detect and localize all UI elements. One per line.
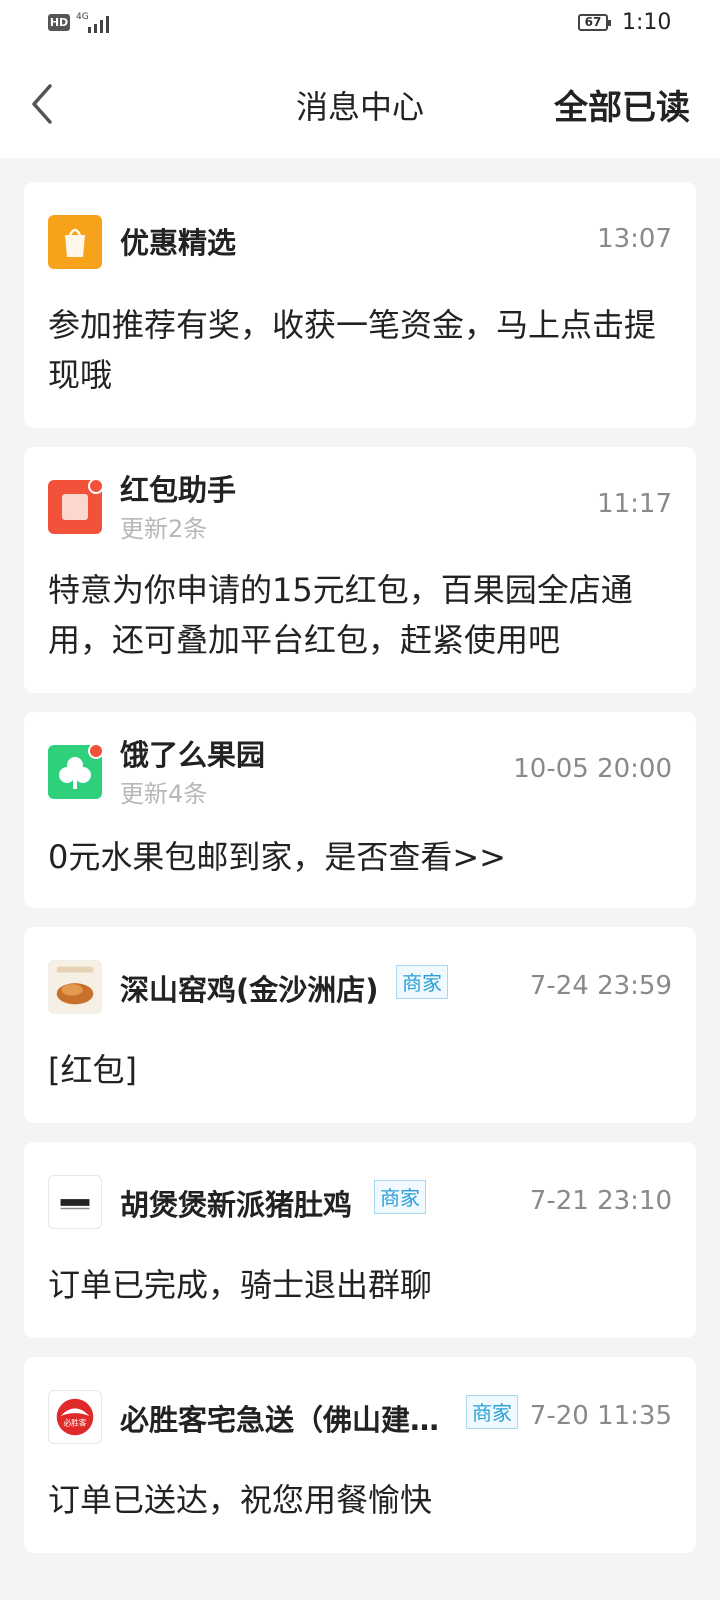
message-time: 13:07 [597,224,672,254]
message-card[interactable]: 胡煲煲新派猪肚鸡 商家 7-21 23:10 订单已完成，骑士退出群聊 [24,1142,696,1338]
sender-name: 优惠精选 [120,226,237,260]
signal-icon [88,16,109,33]
message-preview: 特意为你申请的15元红包，百果园全店通用，还可叠加平台红包，赶紧使用吧 [48,571,633,659]
sender-name: 饿了么果园 [120,738,266,772]
merchant-badge: 商家 [374,1180,426,1214]
sender-name: 红包助手 [120,473,237,507]
pizza-hut-logo: 必胜客 [48,1390,102,1444]
message-preview: 订单已完成，骑士退出群聊 [48,1266,433,1304]
merchant-badge: 商家 [396,965,448,999]
unread-dot [88,478,104,494]
sender-name: 必胜客宅急送（佛山建设店） [120,1403,462,1437]
hd-indicator: HD [48,14,70,31]
message-preview: 订单已送达，祝您用餐愉快 [48,1481,433,1519]
pizza-hut-logo-text: 必胜客 [63,1418,86,1428]
merchant-badge: 商家 [466,1395,518,1429]
tree-icon [48,743,104,799]
message-preview: 参加推荐有奖，收获一笔资金，马上点击提现哦 [48,306,657,394]
mark-all-read-button[interactable]: 全部已读 [554,80,690,129]
message-card[interactable]: 深山窑鸡(金沙洲店) 商家 7-24 23:59 [红包] [24,927,696,1123]
message-card[interactable]: 必胜客 必胜客宅急送（佛山建设店） 商家 7-20 11:35 订单已送达，祝您… [24,1357,696,1553]
clock: 1:10 [622,10,672,35]
status-bar: HD 4G 67 1:10 [0,0,720,52]
red-packet-icon [48,478,104,534]
message-preview: [红包] [48,1051,137,1089]
sender-name: 胡煲煲新派猪肚鸡 [120,1188,353,1222]
battery-icon: 67 [578,14,611,31]
update-count: 更新2条 [120,515,208,543]
message-time: 7-24 23:59 [529,971,672,1001]
shopping-bag-icon [48,215,102,269]
message-card[interactable]: 饿了么果园 更新4条 10-05 20:00 0元水果包邮到家，是否查看>> [24,712,696,908]
message-card[interactable]: 红包助手 更新2条 11:17 特意为你申请的15元红包，百果园全店通用，还可叠… [24,447,696,693]
message-time: 7-20 11:35 [529,1401,672,1431]
message-preview: 0元水果包邮到家，是否查看>> [48,838,506,876]
message-card[interactable]: 优惠精选 13:07 参加推荐有奖，收获一笔资金，马上点击提现哦 [24,182,696,428]
network-type: 4G [76,12,89,22]
message-time: 11:17 [597,489,672,519]
update-count: 更新4条 [120,780,208,808]
unread-dot [88,743,104,759]
message-time: 10-05 20:00 [513,754,672,784]
message-time: 7-21 23:10 [529,1186,672,1216]
roast-chicken-image [48,960,102,1014]
nav-header: 消息中心 全部已读 [0,52,720,158]
hubaobao-logo [48,1175,102,1229]
sender-name: 深山窑鸡(金沙洲店) [120,973,379,1007]
